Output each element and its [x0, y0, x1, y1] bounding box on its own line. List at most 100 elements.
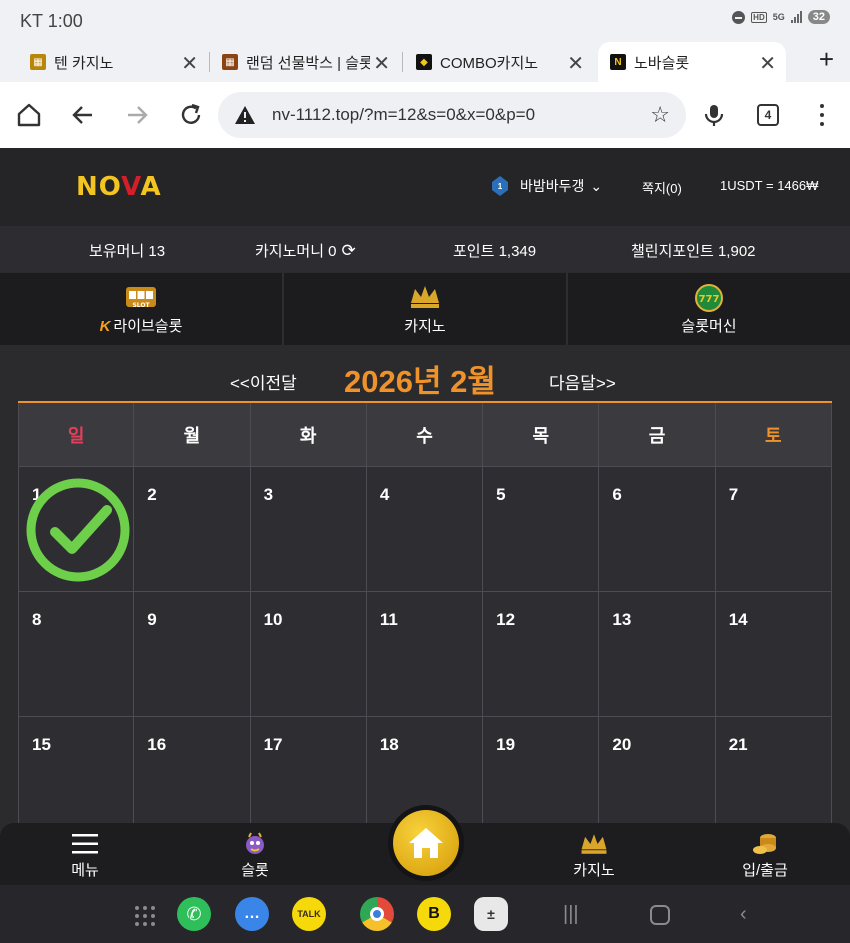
category-casino[interactable]: 카지노	[284, 273, 568, 345]
day-number: 9	[147, 610, 157, 629]
svg-text:SLOT: SLOT	[132, 302, 150, 309]
combo-favicon-icon: ◆	[416, 54, 432, 70]
calendar-week: 1 2 3 4 5 6 7	[18, 467, 832, 592]
phone-icon[interactable]: ✆	[177, 897, 211, 931]
microphone-icon[interactable]	[701, 102, 727, 128]
address-bar[interactable]: nv-1112.top/?m=12&s=0&x=0&p=0 ☆	[218, 92, 686, 138]
nav-deposit-withdraw[interactable]: 입/출금	[725, 829, 805, 880]
calendar-day[interactable]: 6	[599, 467, 716, 592]
day-number: 14	[728, 610, 748, 629]
site-header: NOVA 1 바밤바두갱 ⌄ 쪽지(0) 1USDT = 1466₩	[0, 148, 850, 226]
day-number: 13	[612, 610, 632, 629]
system-home-icon[interactable]	[650, 905, 670, 925]
tab-nova-slot[interactable]: N 노바슬롯 ✕	[598, 42, 786, 82]
calendar-day[interactable]: 2	[134, 467, 251, 592]
calendar-day[interactable]: 8	[18, 592, 135, 717]
calendar-day[interactable]: 9	[134, 592, 251, 717]
day-number: 2	[147, 485, 157, 504]
next-month-button[interactable]: 다음달>>	[549, 369, 616, 394]
url-text[interactable]: nv-1112.top/?m=12&s=0&x=0&p=0	[272, 105, 535, 125]
calendar-day[interactable]: 4	[366, 467, 484, 592]
weekday-sun: 일	[18, 403, 135, 467]
calendar-day[interactable]: 3	[250, 467, 367, 592]
house-icon	[409, 828, 443, 858]
slot-favicon-icon: ▦	[30, 54, 46, 70]
calendar-day[interactable]: 10	[250, 592, 367, 717]
calendar-day[interactable]: 11	[366, 592, 484, 717]
home-button[interactable]	[388, 805, 464, 881]
casino-crown-icon	[411, 286, 439, 308]
network-label: 5G	[772, 12, 785, 22]
calendar-day[interactable]: 5	[483, 467, 600, 592]
band-icon[interactable]: B	[417, 897, 451, 931]
close-tab-icon[interactable]: ✕	[373, 51, 390, 76]
category-label: 라이브슬롯	[113, 318, 183, 335]
status-icons: HD 5G 32	[732, 10, 830, 24]
tab-title: COMBO카지노	[440, 54, 539, 72]
day-number: 17	[263, 735, 283, 754]
recent-apps-icon[interactable]: |||	[563, 903, 579, 926]
category-slot-machine[interactable]: 777 슬롯머신	[568, 273, 850, 345]
day-number: 7	[728, 485, 739, 504]
status-carrier-time: KT 1:00	[20, 11, 83, 31]
chrome-icon[interactable]	[360, 897, 394, 931]
prev-month-button[interactable]: <<이전달	[230, 369, 297, 394]
attendance-check-icon	[26, 478, 130, 582]
svg-text:777: 777	[699, 294, 720, 305]
nav-menu[interactable]: 메뉴	[45, 829, 125, 880]
close-tab-icon[interactable]: ✕	[567, 51, 584, 76]
home-icon[interactable]	[16, 102, 42, 128]
weekday-mon: 월	[134, 403, 251, 467]
day-number: 20	[612, 735, 632, 754]
refresh-icon[interactable]: ⟳	[342, 241, 356, 261]
calendar-day[interactable]: 12	[483, 592, 600, 717]
reload-icon[interactable]	[178, 102, 204, 128]
day-number: 11	[379, 610, 398, 629]
attendance-calendar: 일 월 화 수 목 금 토 1 2 3 4 5 6 7 8 9 10 11 12…	[18, 401, 832, 842]
month-title: 2026년 2월	[344, 364, 496, 399]
bookmark-star-icon[interactable]: ☆	[650, 102, 670, 128]
new-tab-icon[interactable]: +	[819, 44, 834, 75]
tab-combo-casino[interactable]: ◆ COMBO카지노 ✕	[416, 42, 594, 82]
day-number: 6	[612, 485, 622, 504]
weekday-fri: 금	[599, 403, 716, 467]
day-number: 16	[147, 735, 167, 754]
tab-ten-casino[interactable]: ▦ 텐 카지노 ✕	[30, 42, 208, 82]
status-bar: KT 1:00 HD 5G 32	[0, 0, 850, 42]
messages-link[interactable]: 쪽지(0)	[642, 178, 682, 197]
calendar-day[interactable]: 7	[715, 467, 832, 592]
casino-crown-icon	[581, 834, 607, 854]
apps-grid-icon[interactable]	[134, 905, 156, 927]
tab-switcher-button[interactable]: 4	[757, 104, 779, 126]
signal-icon	[790, 11, 802, 23]
kakaotalk-icon[interactable]: TALK	[292, 897, 326, 931]
tab-strip: ▦ 텐 카지노 ✕ ▦ 랜덤 선물박스 | 슬롯 ✕ ◆ COMBO카지노 ✕ …	[0, 42, 850, 82]
system-back-icon[interactable]: ‹	[740, 903, 747, 926]
day-number: 4	[379, 485, 390, 504]
category-menu: SLOT K 라이브슬롯 카지노 777 슬롯머신	[0, 273, 850, 345]
forward-arrow-icon[interactable]	[124, 102, 150, 128]
calendar-day[interactable]: 13	[599, 592, 716, 717]
hamburger-menu-icon	[72, 834, 98, 854]
slot-favicon-icon: ▦	[222, 54, 238, 70]
close-tab-icon[interactable]: ✕	[181, 51, 198, 76]
back-arrow-icon[interactable]	[70, 102, 96, 128]
calendar-day[interactable]: 1	[18, 467, 135, 592]
category-live-slot[interactable]: SLOT K 라이브슬롯	[0, 273, 284, 345]
messages-icon[interactable]: …	[235, 897, 269, 931]
nova-logo[interactable]: NOVA	[76, 172, 162, 202]
more-options-icon[interactable]	[820, 104, 824, 126]
calendar-day[interactable]: 14	[715, 592, 832, 717]
nova-favicon-icon: N	[610, 54, 626, 70]
warning-icon[interactable]	[234, 105, 256, 125]
nav-casino[interactable]: 카지노	[554, 829, 634, 880]
close-tab-icon[interactable]: ✕	[759, 51, 776, 76]
user-dropdown[interactable]: 1 바밤바두갱 ⌄	[492, 176, 602, 196]
calculator-icon[interactable]: ±	[474, 897, 508, 931]
nav-slot[interactable]: 슬롯	[215, 829, 295, 880]
day-number: 10	[263, 610, 283, 629]
day-number: 3	[263, 485, 274, 504]
chevron-down-icon: ⌄	[590, 177, 603, 194]
tab-random-giftbox[interactable]: ▦ 랜덤 선물박스 | 슬롯 ✕	[222, 42, 400, 82]
category-label: 카지노	[404, 318, 446, 335]
